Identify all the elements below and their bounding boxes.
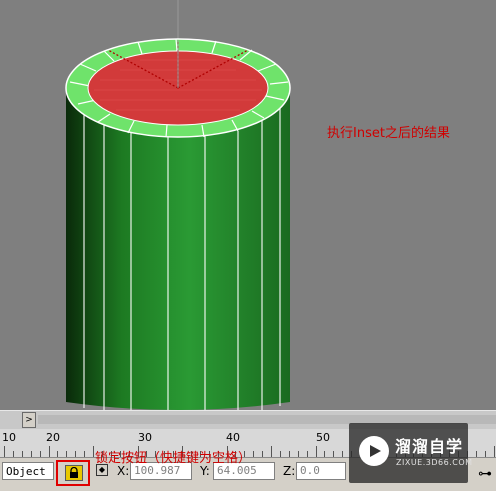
ruler-label: 20 [46, 431, 60, 444]
ruler-tick [57, 451, 59, 457]
ruler-tick [271, 446, 272, 457]
inset-result-annotation: 执行Inset之后的结果 [327, 126, 450, 141]
key-icon[interactable]: ⊶ [478, 466, 492, 482]
ruler-tick [75, 451, 77, 457]
selection-lock-button[interactable] [65, 465, 83, 481]
z-coord-label: Z: [283, 464, 296, 478]
ruler-tick [306, 451, 308, 457]
ruler-tick [66, 451, 68, 457]
ruler-tick [297, 451, 299, 457]
ruler-tick [39, 451, 41, 457]
perspective-viewport[interactable]: 执行Inset之后的结果 [0, 0, 496, 410]
ruler-tick [324, 451, 326, 457]
ruler-label: 50 [316, 431, 330, 444]
watermark-title: 溜溜自学 [395, 437, 464, 456]
ruler-tick [48, 446, 50, 457]
ruler-tick [279, 451, 281, 457]
z-coord-field[interactable]: 0.0 [296, 462, 346, 480]
ruler-tick [21, 451, 23, 457]
play-logo-icon [359, 436, 389, 466]
ruler-tick [262, 451, 264, 457]
ruler-tick [253, 451, 255, 457]
ruler-label: 40 [226, 431, 240, 444]
ruler-label: 10 [2, 431, 16, 444]
ruler-tick [30, 451, 32, 457]
ruler-tick [84, 451, 86, 457]
ruler-tick [4, 446, 5, 457]
lock-icon [70, 467, 78, 478]
cylinder-render [65, 0, 291, 410]
ruler-tick [475, 451, 477, 457]
ruler-label: 30 [138, 431, 152, 444]
ruler-tick [315, 446, 317, 457]
lock-button-highlight [56, 460, 90, 486]
time-slider-next-button[interactable]: > [22, 412, 36, 428]
watermark-subtitle: ZIXUE.3D66.COM [396, 458, 473, 467]
watermark-badge: 溜溜自学 ZIXUE.3D66.COM [349, 423, 472, 483]
selection-type-label: Object [2, 462, 54, 480]
ruler-tick [484, 451, 486, 457]
ruler-tick [93, 446, 94, 457]
ruler-tick [493, 446, 495, 457]
ruler-tick [12, 451, 14, 457]
lock-button-annotation: 锁定按钮（快捷键为空格） [95, 451, 252, 466]
ruler-tick [333, 451, 335, 457]
ruler-tick [288, 451, 290, 457]
ruler-tick [342, 451, 344, 457]
